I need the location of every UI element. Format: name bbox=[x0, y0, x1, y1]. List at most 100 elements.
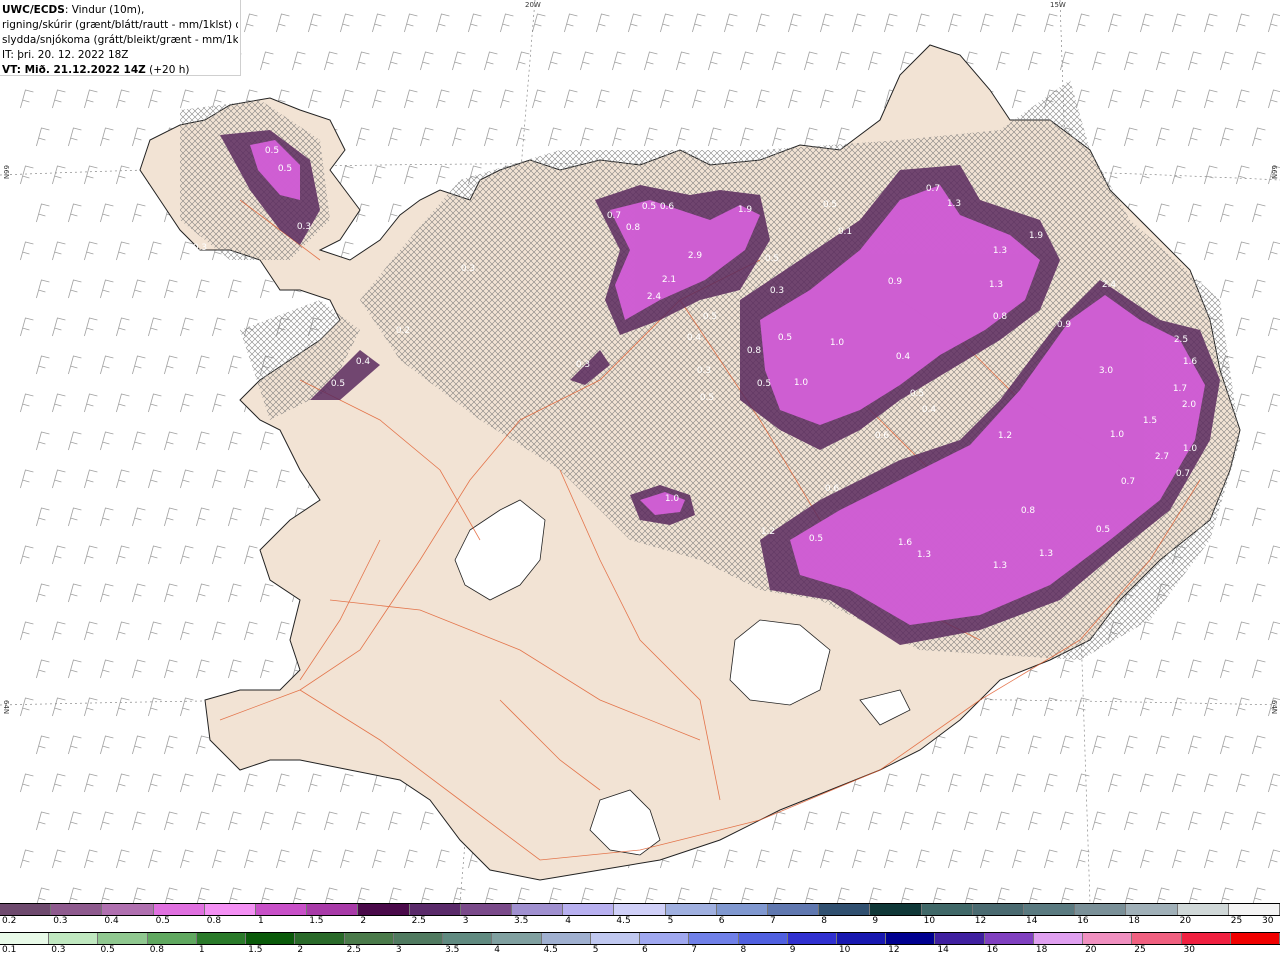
precip-value-label: 2.4 bbox=[647, 292, 662, 302]
wind-barb bbox=[212, 621, 226, 641]
precip-value-label: 0.3 bbox=[461, 264, 475, 274]
wind-barb bbox=[1108, 89, 1122, 109]
wind-barb bbox=[180, 469, 194, 489]
wind-barb bbox=[100, 811, 114, 831]
wind-barb bbox=[20, 697, 34, 717]
wind-barb bbox=[868, 887, 882, 907]
wind-barb bbox=[1252, 355, 1266, 375]
legend-tick-label: 4 bbox=[565, 916, 571, 926]
precip-value-label: 2.7 bbox=[1155, 452, 1169, 462]
wind-barb bbox=[1204, 697, 1218, 717]
wind-barb bbox=[628, 13, 642, 33]
wind-barb bbox=[20, 469, 34, 489]
wind-barb bbox=[612, 887, 626, 907]
wind-barb bbox=[1236, 13, 1250, 33]
wind-barb bbox=[1188, 51, 1202, 71]
wind-barb bbox=[372, 849, 386, 869]
coord-left-66n: 66N bbox=[2, 165, 10, 180]
wind-barb bbox=[244, 469, 258, 489]
precip-value-label: 1.3 bbox=[917, 550, 931, 560]
precip-value-label: 1.2 bbox=[761, 527, 775, 537]
wind-barb bbox=[52, 849, 66, 869]
wind-barb bbox=[644, 51, 658, 71]
precip-value-label: 1.9 bbox=[1029, 231, 1044, 241]
legend-tick-label: 0.2 bbox=[2, 916, 17, 926]
legend-tick-label: 10 bbox=[923, 916, 936, 926]
precip-value-label: 0.9 bbox=[1057, 320, 1072, 330]
wind-barb bbox=[564, 13, 578, 33]
wind-barb bbox=[436, 165, 450, 185]
wind-barb bbox=[132, 659, 146, 679]
wind-barb bbox=[676, 51, 690, 71]
precip-value-label: 0.5 bbox=[265, 146, 279, 156]
wind-barb bbox=[292, 887, 306, 907]
precip-value-label: 1.2 bbox=[998, 431, 1012, 441]
wind-barb bbox=[36, 127, 50, 147]
precip-value-label: 2.4 bbox=[1102, 280, 1117, 290]
wind-barb bbox=[36, 811, 50, 831]
wind-barb bbox=[196, 659, 210, 679]
wind-barb bbox=[740, 127, 754, 147]
legend-rain: 0.1 0.3 0.5 0.8 1 1.5 2 2.5 3 3.5 4 4.5 5 6 7 8 9 10 12 14 1… bbox=[0, 932, 1280, 958]
wind-barb bbox=[532, 89, 546, 109]
wind-barb bbox=[1060, 887, 1074, 907]
legend-swatch bbox=[689, 933, 739, 944]
wind-barb bbox=[948, 849, 962, 869]
precip-value-label: 1.3 bbox=[993, 246, 1007, 256]
precip-value-label: 1.3 bbox=[989, 280, 1003, 290]
wind-barb bbox=[1092, 735, 1106, 755]
wind-barb bbox=[52, 621, 66, 641]
wind-barb bbox=[148, 849, 162, 869]
wind-barb bbox=[644, 887, 658, 907]
wind-barb bbox=[388, 811, 402, 831]
wind-barb bbox=[148, 89, 162, 109]
precip-value-label: 0.5 bbox=[703, 312, 717, 322]
wind-barb bbox=[228, 887, 242, 907]
wind-barb bbox=[868, 51, 882, 71]
wind-barb bbox=[212, 469, 226, 489]
wind-barb bbox=[84, 621, 98, 641]
wind-barb bbox=[1220, 811, 1234, 831]
wind-barb bbox=[1252, 431, 1266, 451]
legend-tick-label: 9 bbox=[872, 916, 879, 926]
wind-barb bbox=[980, 773, 994, 793]
wind-barb bbox=[1012, 89, 1026, 109]
wind-barb bbox=[740, 887, 754, 907]
precip-value-label: 0.4 bbox=[896, 352, 911, 362]
wind-barb bbox=[612, 127, 626, 147]
wind-barb bbox=[1188, 203, 1202, 223]
wind-barb bbox=[900, 811, 914, 831]
wind-barb bbox=[948, 13, 962, 33]
wind-barb bbox=[340, 165, 354, 185]
coord-left-64n: 64N bbox=[2, 700, 10, 715]
wind-barb bbox=[20, 773, 34, 793]
wind-barb bbox=[308, 89, 322, 109]
wind-barb bbox=[1188, 811, 1202, 831]
wind-barb bbox=[372, 13, 386, 33]
wind-barb bbox=[68, 127, 82, 147]
wind-barb bbox=[1188, 735, 1202, 755]
wind-barb bbox=[340, 773, 354, 793]
wind-barb bbox=[244, 13, 258, 33]
wind-barb bbox=[356, 127, 370, 147]
wind-barb bbox=[1220, 279, 1234, 299]
wind-barb bbox=[708, 51, 722, 71]
wind-barb bbox=[868, 811, 882, 831]
wind-barb bbox=[980, 849, 994, 869]
legend-swatch bbox=[1075, 904, 1127, 915]
wind-barb bbox=[1268, 545, 1280, 565]
wind-barb bbox=[148, 469, 162, 489]
wind-barb bbox=[36, 355, 50, 375]
wind-barb bbox=[36, 507, 50, 527]
legend-rain-colorbar bbox=[0, 932, 1280, 945]
wind-barb bbox=[836, 127, 850, 147]
wind-barb bbox=[1076, 773, 1090, 793]
wind-barb bbox=[36, 279, 50, 299]
wind-barb bbox=[1140, 621, 1154, 641]
wind-barb bbox=[756, 849, 770, 869]
wind-barb bbox=[164, 355, 178, 375]
wind-barb bbox=[196, 735, 210, 755]
wind-barb bbox=[244, 773, 258, 793]
wind-barb bbox=[180, 697, 194, 717]
header-line-4: IT: þri. 20. 12. 2022 18Z bbox=[2, 49, 129, 61]
